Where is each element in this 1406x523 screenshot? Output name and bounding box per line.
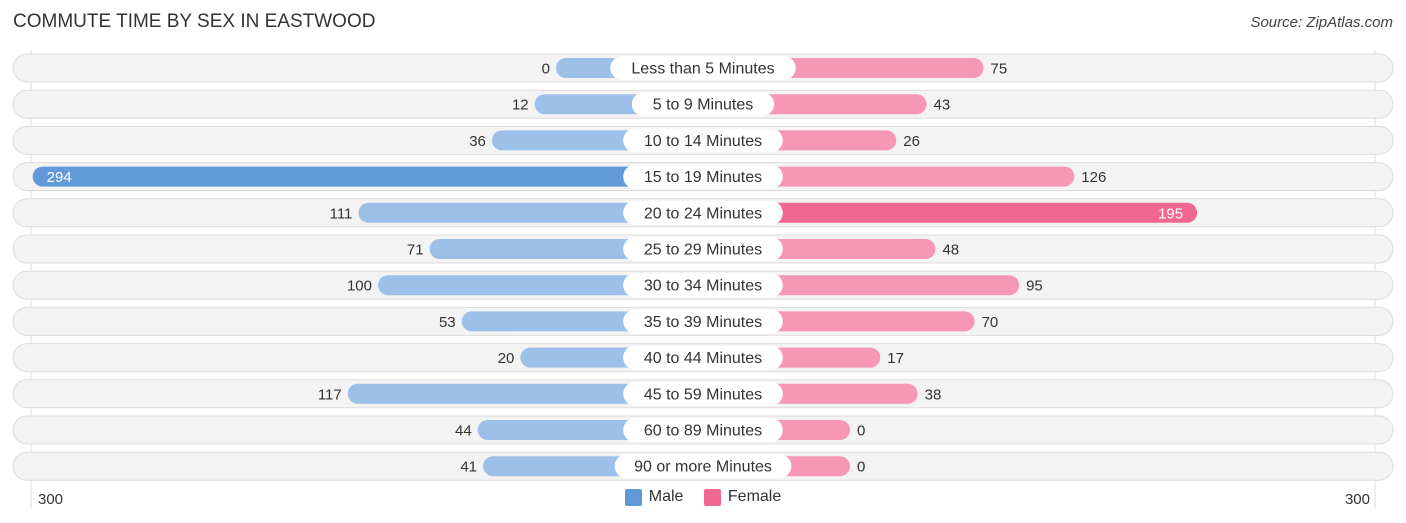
category-label: 15 to 19 Minutes [644,169,762,186]
value-label-female: 95 [1026,278,1043,295]
chart-row: 20 to 24 Minutes 111 195 [12,198,1394,228]
value-label-male: 53 [439,314,456,331]
category-label: 30 to 34 Minutes [644,278,762,295]
category-label: 60 to 89 Minutes [644,423,762,440]
chart-row: 10 to 14 Minutes 36 26 [12,125,1394,155]
value-label-female: 43 [934,97,951,114]
chart-row: Less than 5 Minutes 0 75 [12,53,1394,83]
value-label-male: 36 [469,133,486,150]
legend-label-male: Male [648,488,684,505]
value-label-female: 75 [991,61,1008,78]
value-label-female: 17 [887,350,904,367]
chart-area: Less than 5 Minutes 0 75 5 to 9 Minutes 12 43… [12,50,1394,508]
chart-row: 35 to 39 Minutes 53 70 [12,306,1394,336]
legend-swatch-female [703,488,721,506]
value-label-male: 117 [318,386,342,403]
chart-row: 45 to 59 Minutes 117 38 [12,379,1394,409]
category-label: 35 to 39 Minutes [644,314,762,331]
value-label-male: 100 [347,278,372,295]
bar-male [32,166,704,187]
category-label: 40 to 44 Minutes [644,350,762,367]
category-label: 90 or more Minutes [634,459,772,476]
value-label-male: 20 [498,350,515,367]
chart-row: 30 to 34 Minutes 100 95 [12,270,1394,300]
legend-label-female: Female [727,488,782,505]
value-label-female: 0 [857,459,865,476]
value-label-female: 26 [903,133,920,150]
category-label: 10 to 14 Minutes [644,133,762,150]
category-label: 45 to 59 Minutes [644,386,762,403]
value-label-female: 126 [1081,169,1106,186]
chart-row: 60 to 89 Minutes 44 0 [12,415,1394,445]
value-label-male: 41 [460,459,477,476]
value-label-male: 111 [330,205,353,222]
category-label: 5 to 9 Minutes [653,97,754,114]
value-label-female: 195 [1158,205,1183,222]
legend: Male Female [0,488,1406,511]
legend-item-female: Female [703,488,782,506]
category-label: 20 to 24 Minutes [644,205,762,222]
chart-row: 25 to 29 Minutes 71 48 [12,234,1394,264]
category-label: 25 to 29 Minutes [644,242,762,259]
value-label-male: 12 [512,97,529,114]
legend-swatch-male [624,488,642,506]
value-label-female: 0 [857,423,865,440]
value-label-female: 48 [942,242,959,259]
chart-row: 15 to 19 Minutes 294 126 [12,162,1394,192]
value-label-male: 71 [407,242,424,259]
value-label-male: 294 [47,169,72,186]
legend-item-male: Male [624,488,684,506]
value-label-female: 38 [925,386,942,403]
chart-row: 5 to 9 Minutes 12 43 [12,89,1394,119]
value-label-male: 44 [455,423,472,440]
category-label: Less than 5 Minutes [631,61,774,78]
value-label-male: 0 [542,61,550,78]
value-label-female: 70 [982,314,999,331]
chart-row: 90 or more Minutes 41 0 [12,451,1394,481]
chart-row: 40 to 44 Minutes 20 17 [12,343,1394,373]
